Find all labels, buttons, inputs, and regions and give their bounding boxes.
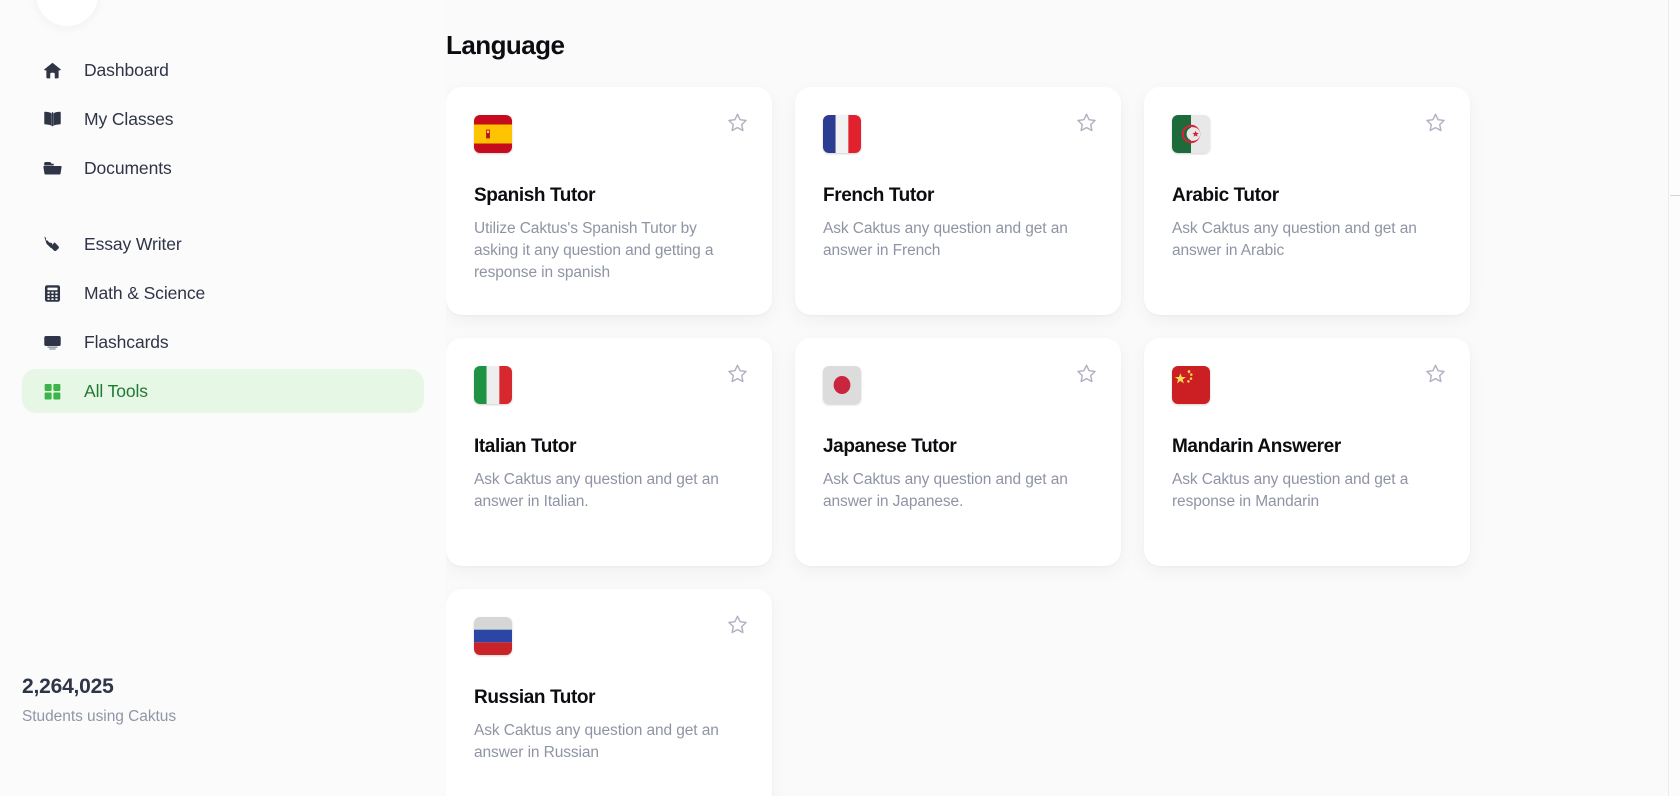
tool-card[interactable]: Japanese Tutor Ask Caktus any question an… (795, 338, 1121, 566)
tool-card-description: Utilize Caktus's Spanish Tutor by asking… (474, 219, 714, 281)
star-outline-icon[interactable] (1422, 360, 1448, 386)
tool-card-title: Mandarin Answerer (1172, 436, 1341, 457)
page-title: Language (446, 30, 565, 60)
scrollbar-thumb[interactable] (1670, 0, 1680, 196)
tool-card-description: Ask Caktus any question and get a respon… (1172, 470, 1409, 510)
sidebar-item-all-tools[interactable]: All Tools (22, 369, 424, 413)
tool-card[interactable]: Arabic Tutor Ask Caktus any question and … (1144, 87, 1470, 315)
folder-icon (42, 158, 63, 179)
sidebar-item-label: My Classes (84, 108, 174, 129)
star-outline-icon[interactable] (1073, 109, 1099, 135)
flag-france-icon (823, 115, 861, 153)
star-outline-icon[interactable] (724, 360, 750, 386)
tool-card-title: Arabic Tutor (1172, 185, 1279, 206)
flag-china-icon (1172, 366, 1210, 404)
tool-card-title: Spanish Tutor (474, 185, 596, 206)
tool-card[interactable]: Mandarin Answerer Ask Caktus any question… (1144, 338, 1470, 566)
sidebar-item-label: Documents (84, 157, 172, 178)
book-icon (42, 109, 63, 130)
tool-card[interactable]: Italian Tutor Ask Caktus any question and… (446, 338, 772, 566)
tool-card-description: Ask Caktus any question and get an answe… (1172, 219, 1417, 259)
sidebar-item-dashboard[interactable]: Dashboard (22, 48, 424, 92)
tool-card-description: Ask Caktus any question and get an answe… (823, 219, 1068, 259)
tool-card-title: Japanese Tutor (823, 436, 957, 457)
sidebar-item-label: Dashboard (84, 59, 169, 80)
sidebar-divider (22, 195, 424, 222)
home-icon (42, 60, 63, 81)
star-outline-icon[interactable] (724, 611, 750, 637)
main-content: Language Spanish Tutor Utilize Caktus's S… (446, 0, 1680, 796)
sidebar-item-label: Essay Writer (84, 233, 182, 254)
pen-nib-icon (42, 234, 63, 255)
tool-card[interactable]: French Tutor Ask Caktus any question and … (795, 87, 1121, 315)
sidebar-item-my-classes[interactable]: My Classes (22, 97, 424, 141)
tool-card-grid: Spanish Tutor Utilize Caktus's Spanish Tu… (446, 87, 1616, 796)
sidebar-item-label: Math & Science (84, 282, 206, 303)
student-count-label: Students using Caktus (22, 708, 177, 725)
sidebar-footer: 2,264,025 Students using Caktus (22, 674, 176, 726)
calculator-icon (42, 283, 63, 304)
star-outline-icon[interactable] (724, 109, 750, 135)
caktus-logo[interactable] (36, 0, 98, 26)
sidebar-item-flashcards[interactable]: Flashcards (22, 320, 424, 364)
grid-icon (42, 381, 63, 402)
flag-japan-icon (823, 366, 861, 404)
sidebar-item-label: All Tools (84, 380, 148, 401)
flag-algeria-icon (1172, 115, 1210, 153)
tool-card[interactable]: Spanish Tutor Utilize Caktus's Spanish Tu… (446, 87, 772, 315)
sidebar-nav: Dashboard My Classes Documents Essay Writer… (0, 48, 446, 413)
vertical-scrollbar[interactable] (1668, 0, 1680, 796)
tool-card-description: Ask Caktus any question and get an answe… (823, 470, 1068, 510)
sidebar-item-label: Flashcards (84, 331, 169, 352)
star-outline-icon[interactable] (1073, 360, 1099, 386)
app-root: Dashboard My Classes Documents Essay Writer… (0, 0, 1680, 796)
sidebar-item-essay-writer[interactable]: Essay Writer (22, 222, 424, 266)
sidebar: Dashboard My Classes Documents Essay Writer… (0, 0, 446, 796)
sidebar-item-math-science[interactable]: Math & Science (22, 271, 424, 315)
flag-italy-icon (474, 366, 512, 404)
tool-card[interactable]: Russian Tutor Ask Caktus any question and… (446, 589, 772, 796)
flag-russia-icon (474, 617, 512, 655)
sidebar-item-documents[interactable]: Documents (22, 146, 424, 190)
tool-card-description: Ask Caktus any question and get an answe… (474, 721, 719, 761)
tool-card-description: Ask Caktus any question and get an answe… (474, 470, 719, 510)
flashcards-icon (42, 332, 63, 353)
star-outline-icon[interactable] (1422, 109, 1448, 135)
flag-spain-icon (474, 115, 512, 153)
tool-card-title: French Tutor (823, 185, 934, 206)
student-count: 2,264,025 (22, 674, 114, 698)
tool-card-title: Russian Tutor (474, 687, 596, 708)
tool-card-title: Italian Tutor (474, 436, 577, 457)
